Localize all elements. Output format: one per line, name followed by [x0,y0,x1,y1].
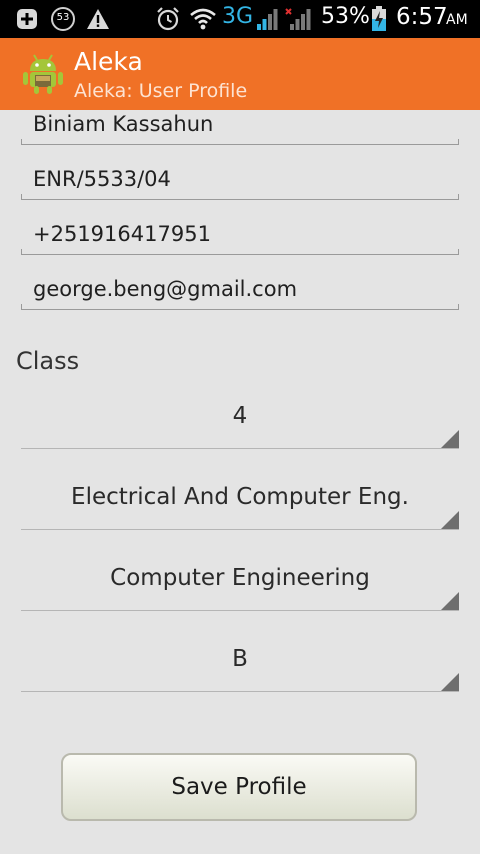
department-value: Electrical And Computer Eng. [71,484,409,510]
phone-value: +251916417951 [33,222,211,246]
battery-charging-icon [371,6,387,32]
app-title: Aleka [74,47,143,76]
battery-percent: 53% [321,4,370,29]
year-value: 4 [232,403,248,429]
department-spinner[interactable]: Electrical And Computer Eng. [21,470,459,530]
wifi-icon [189,6,217,32]
id-number-value: ENR/5533/04 [33,167,171,191]
android-app-icon[interactable] [22,51,64,95]
alarm-clock-icon [155,6,181,32]
phone-field[interactable]: +251916417951 [21,215,459,255]
status-bar: 53 3G 53% 6:57 AM [0,0,480,38]
dropdown-arrow-icon [441,511,459,529]
stream-spinner-underline [21,610,459,611]
name-value: Biniam Kassahun [33,112,214,136]
email-value: george.beng@gmail.com [33,277,298,301]
no-signal-icon [285,6,311,32]
section-spinner[interactable]: B [21,632,459,692]
profile-form: Biniam Kassahun ENR/5533/04 +25191641795… [0,110,480,854]
action-bar: Aleka Aleka: User Profile [0,38,480,110]
save-profile-button[interactable]: Save Profile [61,753,417,821]
id-number-field[interactable]: ENR/5533/04 [21,160,459,200]
app-subtitle: Aleka: User Profile [74,80,248,102]
clock-ampm: AM [446,12,468,28]
phone-field-underline [21,249,459,255]
stream-value: Computer Engineering [110,565,370,591]
email-field[interactable]: george.beng@gmail.com [21,270,459,310]
notification-count: 53 [56,12,70,23]
department-spinner-underline [21,529,459,530]
dropdown-arrow-icon [441,673,459,691]
name-field-underline [21,139,459,145]
name-field[interactable]: Biniam Kassahun [21,110,459,145]
year-spinner-underline [21,448,459,449]
signal-icon [256,6,278,32]
section-spinner-underline [21,691,459,692]
warning-icon [86,6,110,32]
clock-time: 6:57 [396,4,448,30]
add-notification-icon [16,6,38,32]
notification-count-icon: 53 [50,6,76,32]
email-field-underline [21,304,459,310]
stream-spinner[interactable]: Computer Engineering [21,551,459,611]
dropdown-arrow-icon [441,592,459,610]
section-value: B [232,646,248,672]
network-type: 3G [222,4,254,29]
dropdown-arrow-icon [441,430,459,448]
year-spinner[interactable]: 4 [21,389,459,449]
class-label: Class [16,347,80,375]
id-number-field-underline [21,194,459,200]
